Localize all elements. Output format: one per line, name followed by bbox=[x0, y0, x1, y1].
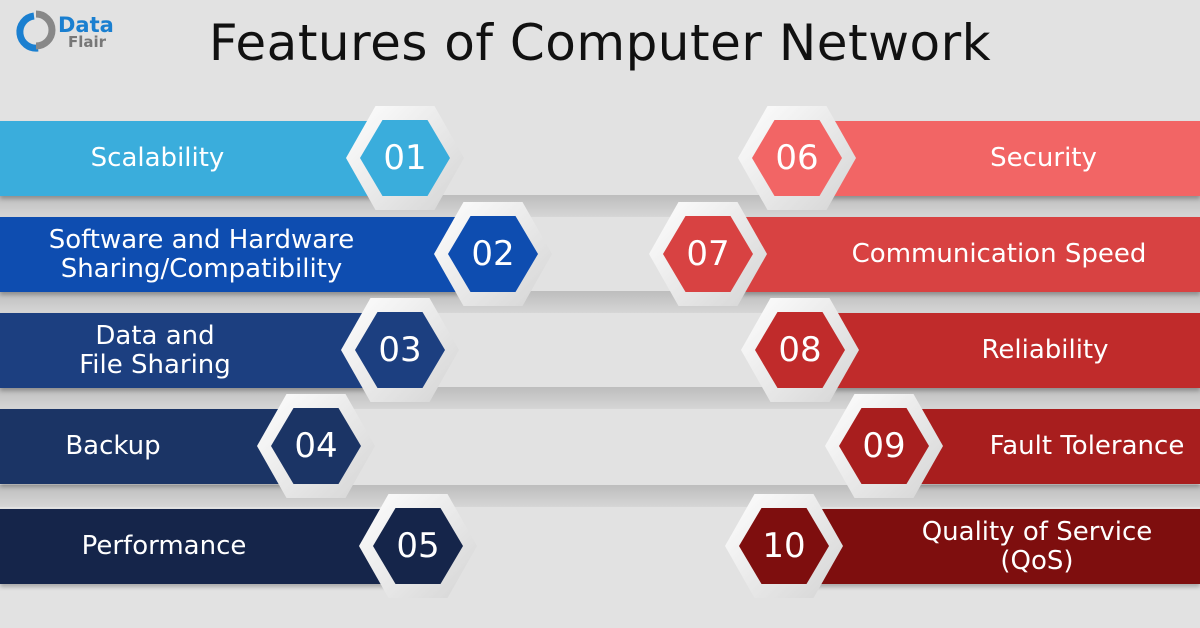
feature-bar-08: Reliability bbox=[830, 313, 1200, 388]
feature-number: 09 bbox=[839, 408, 929, 484]
feature-label: Communication Speed bbox=[851, 239, 1147, 269]
feature-bar-07: Communication Speed bbox=[738, 217, 1200, 292]
feature-number: 02 bbox=[448, 216, 538, 292]
stripe bbox=[0, 195, 1200, 217]
feature-label: Reliability bbox=[981, 335, 1109, 365]
feature-number: 08 bbox=[755, 312, 845, 388]
feature-label: Scalability bbox=[90, 143, 225, 173]
feature-number: 03 bbox=[355, 312, 445, 388]
feature-bar-02: Software and Hardware Sharing/Compatibil… bbox=[0, 217, 463, 292]
stripe bbox=[0, 387, 1200, 409]
feature-bar-09: Fault Tolerance bbox=[914, 409, 1200, 484]
feature-number: 06 bbox=[752, 120, 842, 196]
feature-bar-03: Data and File Sharing bbox=[0, 313, 370, 388]
feature-bar-01: Scalability bbox=[0, 121, 375, 196]
feature-label: Security bbox=[990, 143, 1097, 173]
feature-label: Performance bbox=[81, 531, 247, 561]
feature-number: 07 bbox=[663, 216, 753, 292]
feature-label: Software and Hardware Sharing/Compatibil… bbox=[48, 224, 355, 284]
feature-label: Data and File Sharing bbox=[79, 320, 231, 380]
feature-label: Fault Tolerance bbox=[989, 431, 1185, 461]
feature-bar-10: Quality of Service (QoS) bbox=[814, 509, 1200, 584]
feature-number: 10 bbox=[739, 508, 829, 584]
feature-number: 04 bbox=[271, 408, 361, 484]
feature-bar-05: Performance bbox=[0, 509, 388, 584]
stripe bbox=[0, 291, 1200, 313]
feature-label: Backup bbox=[65, 431, 161, 461]
stripe bbox=[0, 485, 1200, 507]
feature-label: Quality of Service (QoS) bbox=[921, 516, 1153, 576]
feature-number: 05 bbox=[373, 508, 463, 584]
feature-number: 01 bbox=[360, 120, 450, 196]
feature-bar-04: Backup bbox=[0, 409, 286, 484]
page-title: Features of Computer Network bbox=[208, 14, 992, 72]
feature-bar-06: Security bbox=[827, 121, 1200, 196]
